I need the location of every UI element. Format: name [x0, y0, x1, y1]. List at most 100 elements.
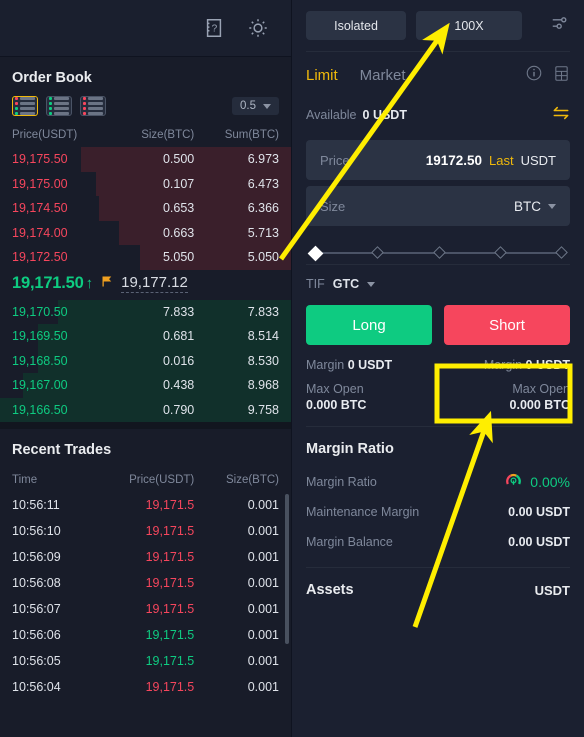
short-margin-label: Margin — [483, 358, 523, 372]
spread-row: 19,171.50 ↑ 19,177.12 — [0, 270, 291, 300]
order-book-row[interactable]: 19,167.00 0.438 8.968 — [0, 373, 291, 398]
ob-size: 0.107 — [162, 176, 195, 191]
trade-buttons: Long Short — [292, 301, 584, 345]
size-unit-chevron-down-icon[interactable] — [548, 203, 556, 209]
order-book-row[interactable]: 19,175.00 0.107 6.473 — [0, 171, 291, 196]
long-button[interactable]: Long — [306, 305, 432, 345]
bids-only-icon[interactable] — [46, 96, 72, 116]
price-direction-arrow: ↑ — [85, 275, 94, 292]
trade-time: 10:56:10 — [12, 524, 61, 538]
trade-size: 0.001 — [247, 524, 279, 538]
index-price: 19,177.12 — [121, 274, 188, 293]
tab-limit[interactable]: Limit — [306, 67, 338, 84]
order-book-header: Price(USDT) Size(BTC) Sum(BTC) — [0, 124, 291, 147]
leverage-button[interactable]: 100X — [416, 11, 522, 40]
slider-node[interactable] — [432, 245, 446, 259]
ob-sum: 6.366 — [247, 201, 279, 216]
amount-slider[interactable] — [292, 226, 584, 264]
slider-node[interactable] — [493, 245, 507, 259]
trade-price: 19,171.5 — [145, 680, 195, 694]
order-book-row[interactable]: 19,168.50 0.016 8.530 — [0, 348, 291, 373]
trade-row: 10:56:11 19,171.5 0.001 — [0, 492, 291, 518]
trade-row: 10:56:05 19,171.5 0.001 — [0, 648, 291, 674]
ob-size: 0.681 — [162, 329, 195, 344]
trade-price: 19,171.5 — [145, 524, 195, 538]
trade-size: 0.001 — [247, 498, 279, 512]
ob-sum: 5.713 — [247, 225, 279, 240]
trade-price: 19,171.5 — [145, 628, 195, 642]
trade-size: 0.001 — [247, 654, 279, 668]
price-input[interactable]: Price 19172.50 Last USDT — [306, 140, 570, 180]
margin-ratio-row: Margin Ratio 0.00% — [292, 467, 584, 497]
ob-size: 7.833 — [162, 304, 195, 319]
long-maxopen-label: Max Open — [306, 382, 364, 396]
tr-col-time: Time — [12, 474, 38, 486]
order-book-row[interactable]: 19,169.50 0.681 8.514 — [0, 324, 291, 349]
both-icon[interactable] — [12, 96, 38, 116]
tab-market[interactable]: Market — [360, 67, 406, 84]
trade-time: 10:56:04 — [12, 680, 61, 694]
trades-scrollbar[interactable] — [285, 494, 289, 644]
info-circle-icon[interactable] — [525, 64, 543, 87]
tif-chevron-down-icon[interactable] — [367, 281, 376, 287]
trade-time: 10:56:08 — [12, 576, 61, 590]
size-input[interactable]: Size BTC — [306, 186, 570, 226]
margin-summary-row: Margin 0 USDT Margin 0 USDT — [292, 345, 584, 372]
ob-price: 19,169.50 — [12, 329, 68, 344]
tif-value[interactable]: GTC — [333, 277, 359, 291]
trade-row: 10:56:08 19,171.5 0.001 — [0, 570, 291, 596]
ob-size: 0.663 — [162, 225, 195, 240]
tr-col-price: Price(USDT) — [129, 474, 195, 486]
order-book-row[interactable]: 19,174.50 0.653 6.366 — [0, 196, 291, 221]
ob-size: 0.790 — [162, 402, 195, 417]
trade-top-bar: Isolated 100X — [292, 0, 584, 51]
order-book-row[interactable]: 19,172.50 5.050 5.050 — [0, 245, 291, 270]
slider-node[interactable] — [555, 245, 568, 259]
manual-book-question-icon[interactable]: ? — [203, 17, 225, 39]
tr-col-size: Size(BTC) — [225, 474, 279, 486]
ob-sum: 5.050 — [247, 250, 279, 265]
trade-row: 10:56:04 19,171.5 0.001 — [0, 674, 291, 700]
long-maxopen-cell: Max Open 0.000 BTC — [306, 382, 438, 412]
price-placeholder: Price — [320, 152, 350, 168]
ob-size: 0.016 — [162, 353, 195, 368]
assets-title: Assets — [306, 582, 354, 598]
ob-sum: 8.514 — [247, 329, 279, 344]
sun-icon[interactable] — [247, 17, 269, 39]
trade-price: 19,171.5 — [145, 550, 195, 564]
trade-size: 0.001 — [247, 628, 279, 642]
short-maxopen-cell: Max Open 0.000 BTC — [438, 382, 570, 412]
sliders-settings-icon[interactable] — [550, 12, 572, 39]
slider-node[interactable] — [307, 245, 324, 261]
short-button[interactable]: Short — [444, 305, 570, 345]
margin-ratio-label: Maintenance Margin — [306, 505, 420, 519]
calculator-icon[interactable] — [553, 65, 570, 87]
ob-col-price: Price(USDT) — [12, 129, 78, 141]
margin-ratio-label: Margin Balance — [306, 535, 393, 549]
ob-price: 19,175.50 — [12, 152, 68, 167]
trade-size: 0.001 — [247, 602, 279, 616]
grouping-value: 0.5 — [240, 100, 256, 112]
margin-ratio-row: Maintenance Margin 0.00 USDT — [292, 497, 584, 527]
ob-price: 19,172.50 — [12, 250, 68, 265]
grouping-dropdown[interactable]: 0.5 — [232, 97, 279, 115]
slider-node[interactable] — [371, 245, 385, 259]
asks-only-icon[interactable] — [80, 96, 106, 116]
margin-mode-button[interactable]: Isolated — [306, 11, 406, 40]
trade-row: 10:56:09 19,171.5 0.001 — [0, 544, 291, 570]
order-book-controls: 0.5 — [0, 96, 291, 124]
ob-size: 5.050 — [162, 250, 195, 265]
transfer-arrows-icon[interactable] — [550, 103, 572, 126]
last-price-toggle[interactable]: Last — [489, 153, 514, 168]
trade-time: 10:56:09 — [12, 550, 61, 564]
order-book-row[interactable]: 19,174.00 0.663 5.713 — [0, 220, 291, 245]
order-book-row[interactable]: 19,166.50 0.790 9.758 — [0, 397, 291, 422]
short-maxopen-value: 0.000 BTC — [509, 398, 570, 412]
order-book-view-modes — [12, 96, 106, 116]
trade-row: 10:56:06 19,171.5 0.001 — [0, 622, 291, 648]
order-book-row[interactable]: 19,175.50 0.500 6.973 — [0, 147, 291, 172]
order-book-asks: 19,175.50 0.500 6.973 19,175.00 0.107 6.473 19… — [0, 147, 291, 270]
order-book-row[interactable]: 19,170.50 7.833 7.833 — [0, 299, 291, 324]
trade-time: 10:56:11 — [12, 498, 60, 512]
tif-label: TIF — [306, 277, 325, 291]
